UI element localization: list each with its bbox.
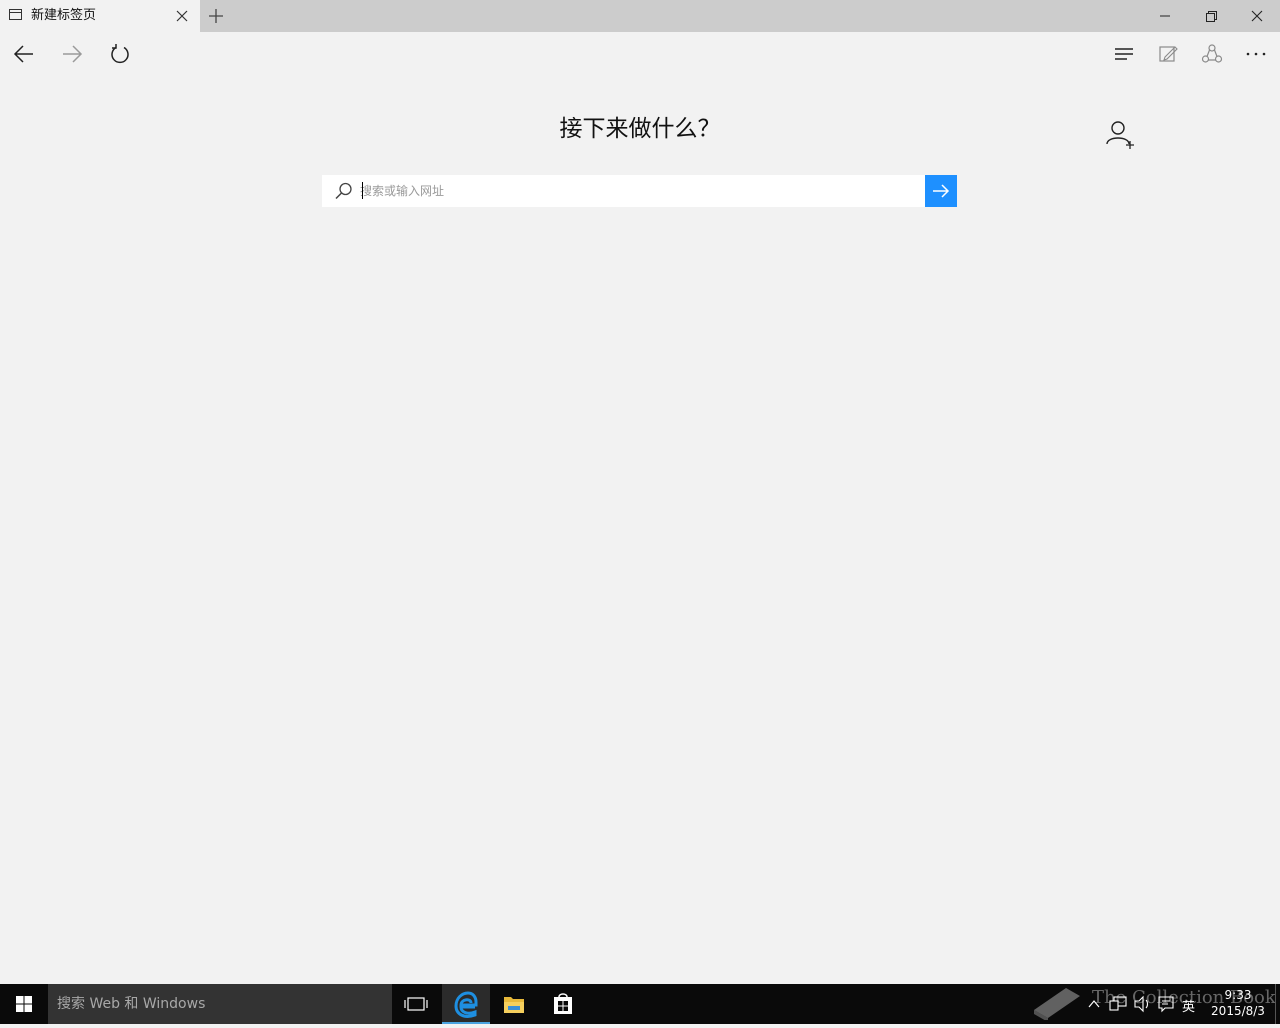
- store-button[interactable]: [539, 984, 587, 1024]
- show-desktop-button[interactable]: [1275, 984, 1280, 1024]
- new-tab-plus-icon[interactable]: [207, 7, 225, 25]
- store-icon: [554, 993, 572, 1014]
- file-explorer-button[interactable]: [490, 984, 538, 1024]
- search-icon: [334, 181, 354, 201]
- book-watermark-icon: [1034, 988, 1080, 1020]
- search-box: [322, 175, 957, 207]
- add-user-button[interactable]: [1104, 118, 1136, 150]
- windows-logo-icon: [16, 996, 32, 1012]
- share-icon: [1201, 44, 1223, 63]
- tab-new-tab[interactable]: 新建标签页: [0, 0, 200, 32]
- close-icon: [1251, 10, 1263, 22]
- task-view-icon: [404, 997, 428, 1011]
- search-go-button[interactable]: [925, 175, 957, 207]
- more-icon: [1246, 52, 1266, 56]
- taskbar-search-placeholder: 搜索 Web 和 Windows: [57, 996, 206, 1012]
- minimize-icon: [1160, 15, 1170, 17]
- tab-strip: 新建标签页: [0, 0, 1280, 32]
- refresh-icon: [111, 44, 129, 64]
- text-caret: [362, 182, 363, 199]
- restore-button[interactable]: [1188, 0, 1234, 32]
- volume-icon[interactable]: [1132, 984, 1152, 1024]
- navigation-bar: [0, 32, 1280, 76]
- search-input[interactable]: [360, 179, 920, 203]
- page-title: 接下来做什么？: [559, 116, 721, 142]
- add-user-icon: [1106, 121, 1134, 149]
- task-view-button[interactable]: [392, 984, 440, 1024]
- network-icon[interactable]: [1108, 984, 1128, 1024]
- chevron-up-icon[interactable]: [1086, 984, 1102, 1024]
- clock-date[interactable]: 2015/8/3: [1208, 1004, 1268, 1018]
- share-button[interactable]: [1196, 38, 1228, 70]
- edge-icon: [454, 991, 478, 1018]
- ime-indicator[interactable]: 英: [1182, 996, 1195, 1015]
- tab-close-icon[interactable]: [174, 8, 190, 24]
- forward-arrow-icon: [63, 45, 83, 63]
- file-explorer-icon: [504, 997, 524, 1013]
- close-window-button[interactable]: [1234, 0, 1280, 32]
- taskbar-search-box[interactable]: 搜索 Web 和 Windows: [48, 984, 392, 1024]
- refresh-button[interactable]: [104, 38, 136, 70]
- hub-button[interactable]: [1108, 38, 1140, 70]
- forward-button[interactable]: [56, 38, 88, 70]
- action-center-icon[interactable]: [1156, 984, 1176, 1024]
- arrow-right-icon: [933, 184, 950, 198]
- taskbar: 搜索 Web 和 Windows The Collection Book 英 9…: [0, 984, 1280, 1024]
- more-button[interactable]: [1240, 38, 1272, 70]
- back-button[interactable]: [8, 38, 40, 70]
- web-note-icon: [1159, 46, 1178, 62]
- clock-time[interactable]: 9:33: [1208, 988, 1268, 1002]
- back-arrow-icon: [13, 45, 33, 63]
- minimize-button[interactable]: [1142, 0, 1188, 32]
- restore-icon: [1206, 11, 1217, 22]
- tab-title: 新建标签页: [31, 8, 97, 23]
- web-note-button[interactable]: [1152, 38, 1184, 70]
- edge-taskbar-button[interactable]: [442, 984, 490, 1024]
- start-button[interactable]: [0, 984, 48, 1024]
- tab-page-icon: [9, 9, 22, 20]
- hub-icon: [1115, 48, 1133, 60]
